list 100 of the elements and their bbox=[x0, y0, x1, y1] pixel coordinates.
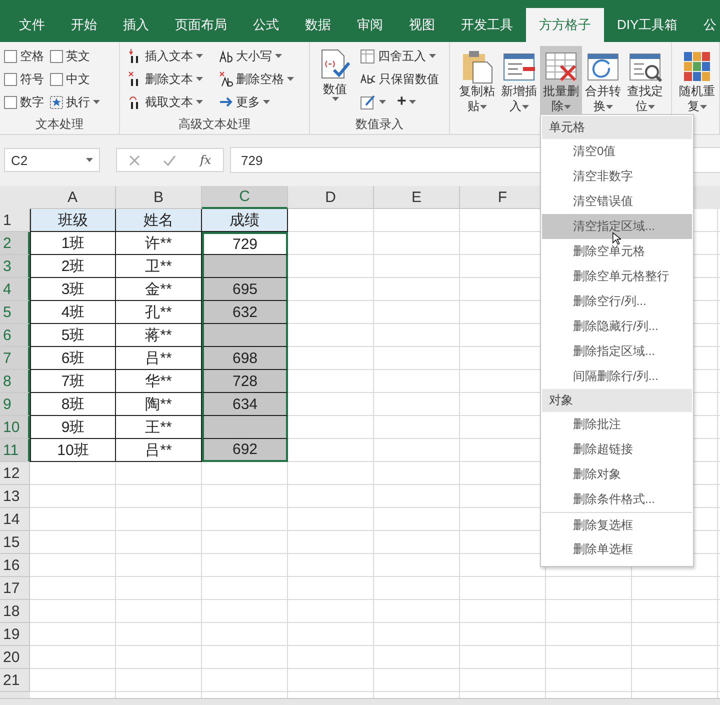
check-icon[interactable] bbox=[163, 154, 176, 166]
caret-icon bbox=[379, 100, 386, 104]
ribbon-button[interactable]: 四舍五入 bbox=[360, 46, 439, 66]
cancel-icon[interactable] bbox=[128, 154, 140, 166]
ribbon-button[interactable]: 查找定位 bbox=[624, 46, 666, 114]
table-cell: 5班 bbox=[30, 324, 116, 347]
menu-item[interactable]: 删除空行/列... bbox=[542, 289, 692, 314]
header-cell: 成绩 bbox=[202, 209, 288, 232]
table-cell: 7班 bbox=[30, 370, 116, 393]
ribbon-button[interactable]: 删除空格 bbox=[219, 69, 294, 89]
run-button[interactable]: 执行 bbox=[50, 92, 100, 112]
column-header[interactable]: B bbox=[116, 186, 202, 209]
row-header[interactable]: 13 bbox=[0, 485, 30, 508]
insert-function-button[interactable]: fx bbox=[200, 153, 212, 167]
table-cell: 1班 bbox=[30, 232, 116, 255]
header-cell: 姓名 bbox=[116, 209, 202, 232]
row-header[interactable]: 6 bbox=[0, 324, 30, 347]
ribbon-tab[interactable]: DIY工具箱 bbox=[604, 8, 691, 42]
ribbon-tab[interactable]: 开始 bbox=[58, 8, 110, 42]
row-header[interactable]: 20 bbox=[0, 646, 30, 669]
star-icon bbox=[50, 96, 63, 108]
column-header[interactable]: A bbox=[30, 186, 116, 209]
checkbox[interactable]: 空格 bbox=[4, 46, 44, 66]
caret-icon bbox=[522, 105, 528, 110]
row-header[interactable]: 12 bbox=[0, 462, 30, 485]
plus-button[interactable]: + bbox=[397, 93, 406, 111]
ribbon-button[interactable]: 合并转换 bbox=[582, 46, 624, 114]
table-cell: 632 bbox=[202, 301, 288, 324]
ribbon-tab[interactable]: 插入 bbox=[110, 8, 162, 42]
caret-icon bbox=[196, 100, 203, 104]
checkbox[interactable]: 数字 bbox=[4, 92, 44, 112]
table-cell: 王** bbox=[116, 416, 202, 439]
row-header[interactable]: 10 bbox=[0, 416, 30, 439]
caret-icon bbox=[332, 97, 338, 102]
menu-section-header: 单元格 bbox=[542, 116, 692, 139]
ribbon-button[interactable]: 大小写 bbox=[219, 46, 294, 66]
ribbon-tab[interactable]: 公 bbox=[690, 8, 720, 42]
row-header[interactable]: 19 bbox=[0, 623, 30, 646]
row-header[interactable]: 18 bbox=[0, 600, 30, 623]
table-cell: 卫** bbox=[116, 255, 202, 278]
menu-item[interactable]: 删除条件格式... bbox=[542, 487, 692, 512]
row-header[interactable]: 3 bbox=[0, 255, 30, 278]
menu-item[interactable]: 删除对象 bbox=[542, 462, 692, 487]
column-header[interactable]: E bbox=[374, 186, 460, 209]
column-header[interactable]: D bbox=[288, 186, 374, 209]
letters-icon bbox=[219, 48, 233, 64]
menu-item[interactable]: 删除单选框 bbox=[542, 537, 692, 562]
caret-icon bbox=[564, 105, 570, 110]
ribbon-button[interactable]: 更多 bbox=[219, 92, 294, 112]
checkbox[interactable]: 英文 bbox=[50, 46, 100, 66]
menu-item[interactable]: 删除隐藏行/列... bbox=[542, 314, 692, 339]
ribbon-button[interactable]: 插入文本 bbox=[128, 46, 203, 66]
name-box[interactable]: C2 bbox=[4, 148, 100, 172]
row-header[interactable]: 7 bbox=[0, 347, 30, 370]
menu-item[interactable]: 删除空单元格整行 bbox=[542, 264, 692, 289]
menu-item[interactable]: 删除指定区域... bbox=[542, 339, 692, 364]
row-header[interactable]: 17 bbox=[0, 577, 30, 600]
row-header[interactable]: 11 bbox=[0, 439, 30, 462]
ribbon-button[interactable]: 删除文本 bbox=[128, 69, 203, 89]
caret-icon bbox=[196, 76, 203, 82]
table-cell: 吕** bbox=[116, 347, 202, 370]
ribbon-tab[interactable]: 方方格子 bbox=[526, 8, 604, 42]
ribbon-tab[interactable]: 页面布局 bbox=[162, 8, 240, 42]
ribbon-button[interactable]: 随机重复 bbox=[676, 46, 718, 114]
number-button[interactable]: 数值 bbox=[314, 46, 356, 114]
row-header[interactable]: 1 bbox=[0, 209, 30, 232]
checkbox[interactable]: 符号 bbox=[4, 69, 44, 89]
caret-icon bbox=[606, 105, 612, 110]
column-header[interactable]: C bbox=[202, 186, 288, 209]
row-header[interactable]: 4 bbox=[0, 278, 30, 301]
ribbon-tab[interactable]: 审阅 bbox=[344, 8, 396, 42]
menu-item[interactable]: 删除复选框 bbox=[542, 512, 692, 537]
row-header[interactable]: 14 bbox=[0, 508, 30, 531]
ribbon-tab[interactable]: 公式 bbox=[240, 8, 292, 42]
menu-item[interactable]: 删除批注 bbox=[542, 412, 692, 437]
ribbon-tab[interactable]: 视图 bbox=[396, 8, 448, 42]
row-header[interactable]: 15 bbox=[0, 531, 30, 554]
row-header[interactable]: 21 bbox=[0, 669, 30, 692]
ribbon-tab[interactable]: 文件 bbox=[6, 8, 58, 42]
row-header[interactable]: 16 bbox=[0, 554, 30, 577]
row-header[interactable]: 8 bbox=[0, 370, 30, 393]
ribbon-button[interactable]: 复制粘贴 bbox=[456, 46, 498, 114]
ribbon-button[interactable]: 新增插入 bbox=[498, 46, 540, 114]
table-cell: 634 bbox=[202, 393, 288, 416]
menu-item[interactable]: 间隔删除行/列... bbox=[542, 364, 692, 389]
ribbon-button[interactable]: 批量删除 bbox=[540, 46, 582, 114]
row-header[interactable]: 5 bbox=[0, 301, 30, 324]
pencil-grid-icon bbox=[360, 94, 376, 110]
row-header[interactable]: 9 bbox=[0, 393, 30, 416]
menu-item[interactable]: 删除超链接 bbox=[542, 437, 692, 462]
row-header[interactable]: 2 bbox=[0, 232, 30, 255]
table-cell: 729 bbox=[202, 232, 288, 255]
ribbon-tab[interactable]: 数据 bbox=[292, 8, 344, 42]
ribbon-button[interactable]: 截取文本 bbox=[128, 92, 203, 112]
checkbox[interactable]: 中文 bbox=[50, 69, 100, 89]
menu-item[interactable]: 删除空单元格 bbox=[542, 239, 692, 264]
ribbon-button[interactable]: 只保留数值 bbox=[360, 69, 439, 89]
ribbon-tab[interactable]: 开发工具 bbox=[448, 8, 526, 42]
group-label: 文本处理 bbox=[34, 116, 84, 133]
table-cell: 华** bbox=[116, 370, 202, 393]
